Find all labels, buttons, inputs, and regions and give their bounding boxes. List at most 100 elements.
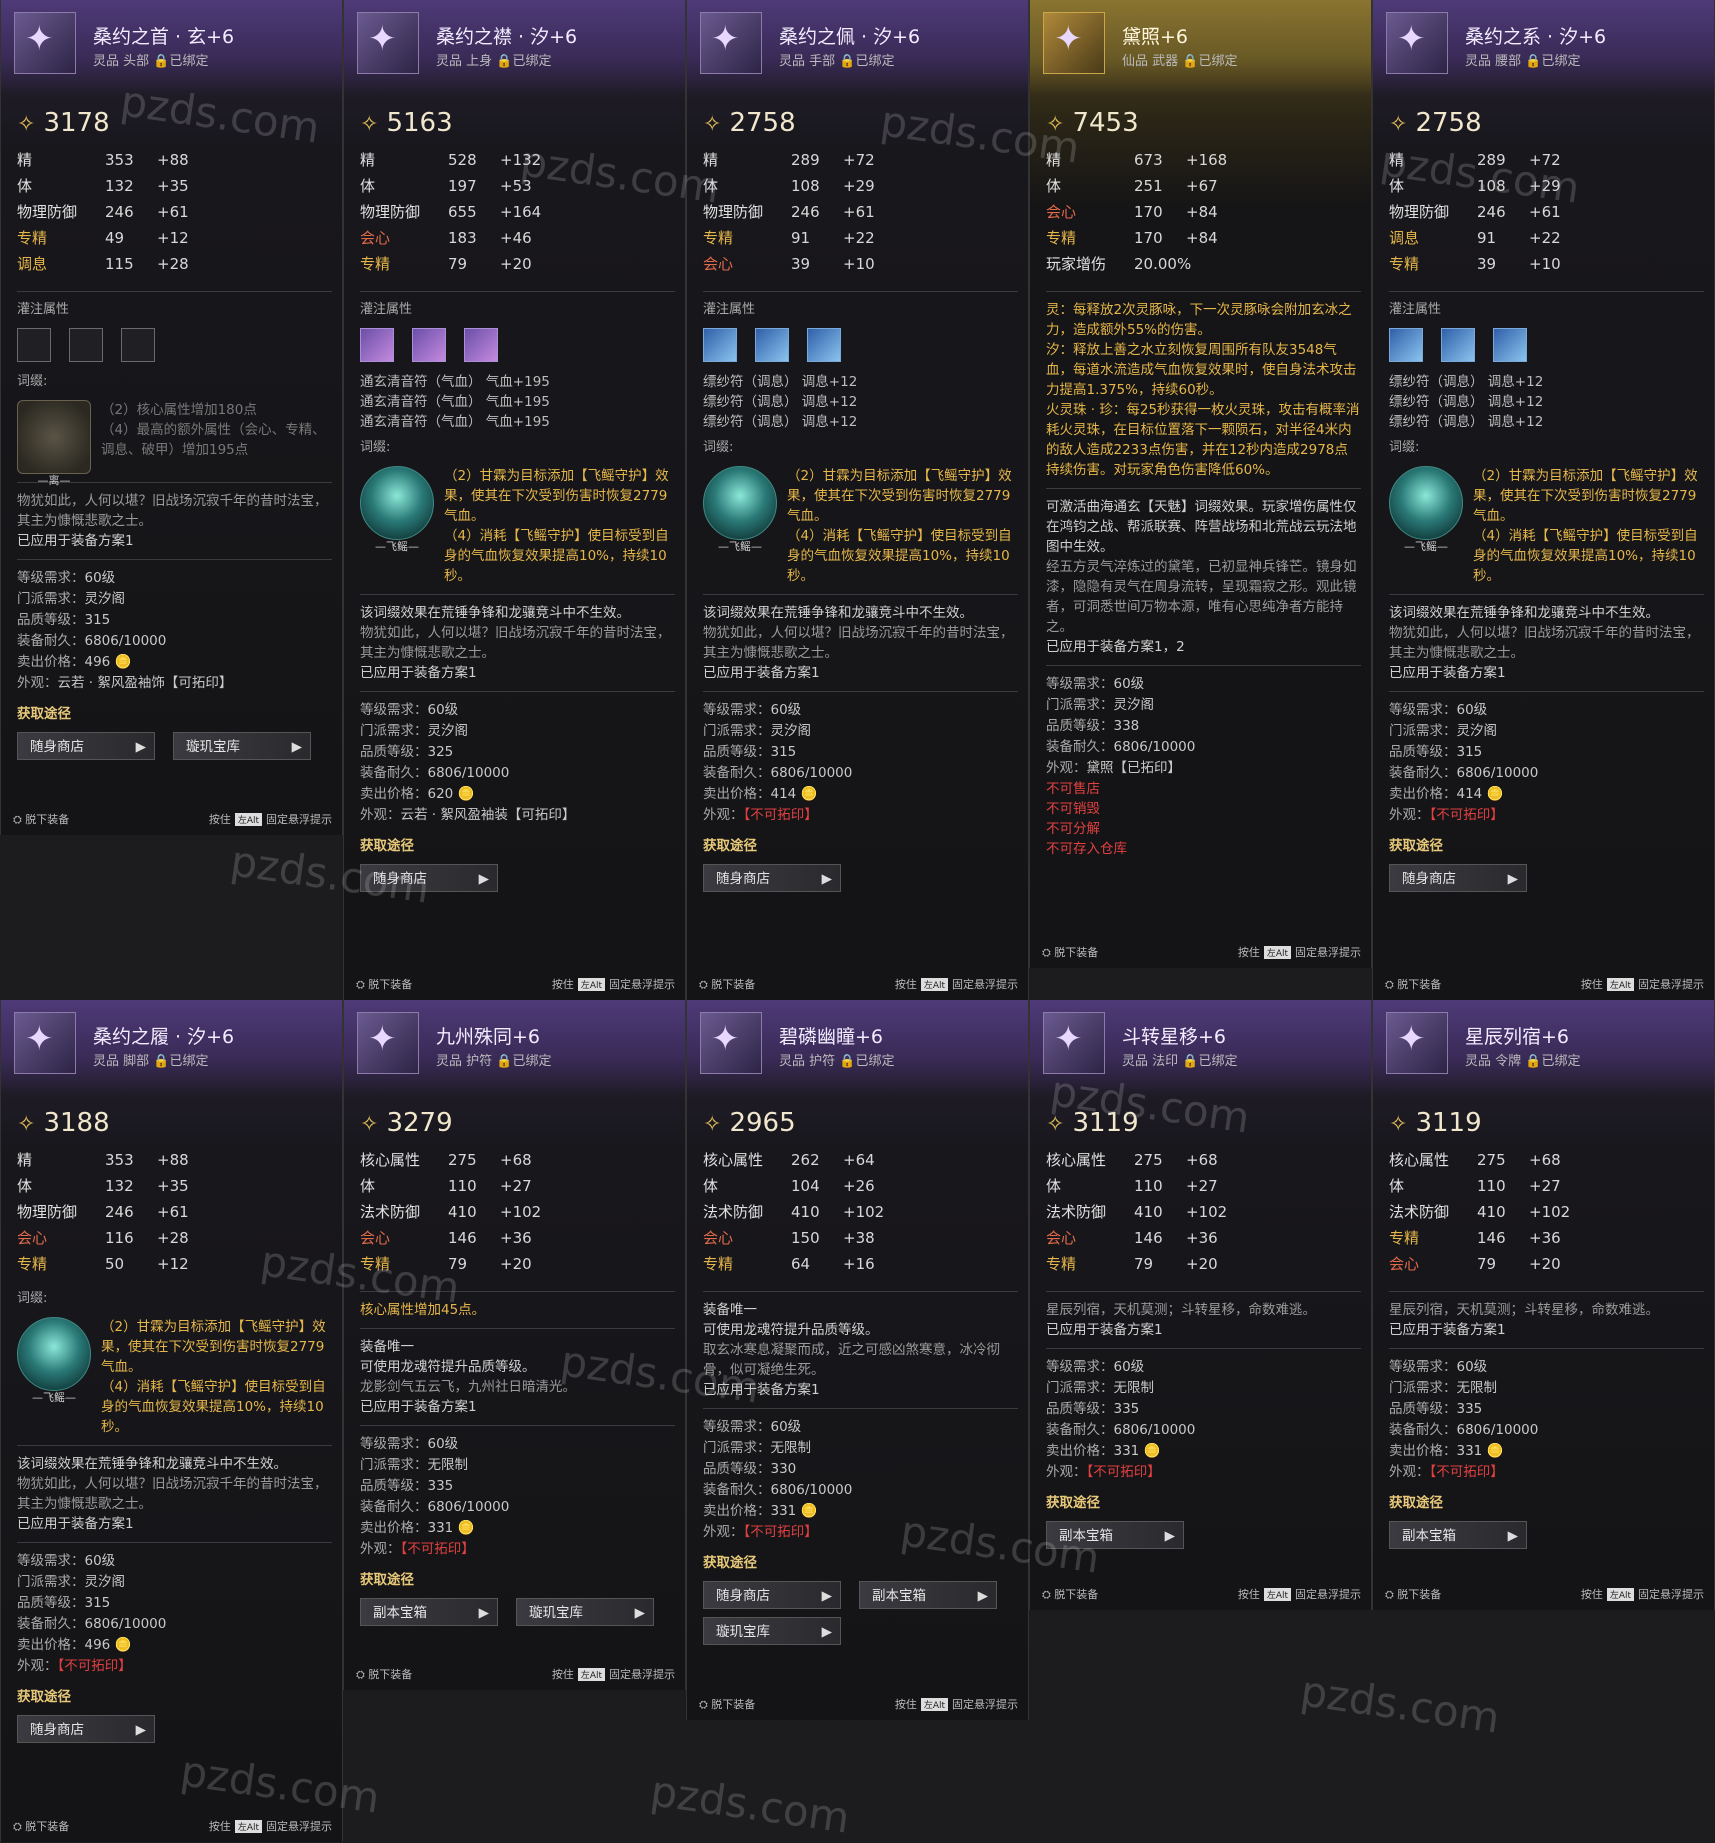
acquire-button[interactable]: 副本宝箱 ▶ bbox=[859, 1581, 997, 1609]
lore-text: 物犹如此，人何以堪？旧战场沉寂千年的昔时法宝，其主为慷慨悲歌之士。 bbox=[703, 625, 1014, 661]
effect-line: （4）最高的额外属性（会心、专精、调息、破甲）增加195点 bbox=[101, 422, 326, 458]
unequip-hint[interactable]: ⛭ 脱下装备 bbox=[699, 978, 755, 991]
effect-line: 火灵珠 · 珍：每25秒获得一枚火灵珠，攻击有概率消耗火灵珠，在目标位置落下一颗… bbox=[1046, 402, 1360, 478]
info-row: 卖出价格：414 🪙 bbox=[1389, 784, 1704, 805]
stat-value: 79 bbox=[1134, 1255, 1154, 1273]
score-value: 2758 bbox=[729, 108, 796, 138]
infusion-slot-icon[interactable] bbox=[755, 328, 789, 362]
infusion-slot-icon[interactable] bbox=[69, 328, 103, 362]
divider bbox=[17, 1542, 332, 1543]
stat-value: 655 bbox=[448, 203, 477, 221]
pin-hint: 按住 左Alt 固定悬浮提示 bbox=[895, 1696, 1018, 1712]
info-row: 卖出价格：496 🪙 bbox=[17, 652, 332, 673]
stat-row: 体 108 +29 bbox=[1389, 173, 1561, 199]
lore-text: 龙影剑气五云飞，九州社日暗清光。 bbox=[360, 1379, 576, 1395]
infusion-slot-icon[interactable] bbox=[1441, 328, 1475, 362]
stat-bonus: +12 bbox=[157, 1255, 189, 1273]
info-value: 6806/10000 bbox=[1456, 765, 1539, 781]
acquire-button[interactable]: 副本宝箱 ▶ bbox=[360, 1598, 498, 1626]
infusion-slot-icon[interactable] bbox=[412, 328, 446, 362]
acquire-label: 获取途径 bbox=[17, 1689, 71, 1705]
acquire-button[interactable]: 璇玑宝库 ▶ bbox=[173, 732, 311, 760]
divider bbox=[703, 691, 1018, 692]
acquire-button[interactable]: 随身商店 ▶ bbox=[703, 864, 841, 892]
lore-text: 取玄冰寒息凝聚而成，近之可感凶煞寒意，冰冷彻骨，似可凝绝生死。 bbox=[703, 1342, 1000, 1378]
info-row: 外观：【不可拓印】 bbox=[17, 1656, 332, 1677]
ciji-label: 词缀: bbox=[17, 1291, 48, 1306]
unequip-hint[interactable]: ⛭ 脱下装备 bbox=[1385, 1588, 1441, 1601]
unequip-hint[interactable]: ⛭ 脱下装备 bbox=[699, 1698, 755, 1711]
alt-key-icon: 左Alt bbox=[1606, 1588, 1634, 1601]
acquire-button[interactable]: 随身商店 ▶ bbox=[1389, 864, 1527, 892]
info-key: 卖出价格： bbox=[703, 1503, 771, 1519]
unequip-hint[interactable]: ⛭ 脱下装备 bbox=[13, 1820, 69, 1833]
item-glyph-icon: ✦ bbox=[711, 1019, 740, 1059]
stat-value: 39 bbox=[1477, 255, 1497, 273]
info-row: 等级需求：60级 bbox=[1046, 674, 1361, 695]
infusion-slot-icon[interactable] bbox=[1389, 328, 1423, 362]
pin-hint: 按住 左Alt 固定悬浮提示 bbox=[1238, 944, 1361, 960]
stat-name: 专精 bbox=[17, 1255, 48, 1273]
press-label: 按住 bbox=[1580, 1588, 1603, 1601]
acquire-button[interactable]: 随身商店 ▶ bbox=[703, 1581, 841, 1609]
acquire-button[interactable]: 随身商店 ▶ bbox=[17, 732, 155, 760]
info-value: 330 bbox=[770, 1461, 797, 1477]
ciji-caption: —飞鳐— bbox=[32, 1391, 76, 1404]
acquire-button[interactable]: 随身商店 ▶ bbox=[360, 864, 498, 892]
infusion-slot-icon[interactable] bbox=[121, 328, 155, 362]
stat-name: 专精 bbox=[360, 255, 391, 273]
stat-name: 专精 bbox=[17, 229, 48, 247]
infusion-slot-icon[interactable] bbox=[703, 328, 737, 362]
infusion-slot-icon[interactable] bbox=[17, 328, 51, 362]
info-row: 品质等级：335 bbox=[1389, 1399, 1704, 1420]
chevron-right-icon: ▶ bbox=[478, 871, 489, 887]
acquire-button[interactable]: 随身商店 ▶ bbox=[17, 1715, 155, 1743]
info-key: 装备耐久： bbox=[17, 1616, 85, 1632]
item-title: 星辰列宿+6 bbox=[1465, 1026, 1570, 1048]
score-value: 3188 bbox=[43, 1108, 110, 1138]
info-key: 卖出价格： bbox=[360, 786, 428, 802]
stat-bonus: +20 bbox=[1186, 1255, 1218, 1273]
applied-text: 已应用于装备方案1 bbox=[1389, 1322, 1506, 1338]
score-value: 2758 bbox=[1415, 108, 1482, 138]
stat-name: 体 bbox=[360, 177, 376, 195]
acquire-button[interactable]: 璇玑宝库 ▶ bbox=[703, 1617, 841, 1645]
effect-line: （2）甘霖为目标添加【飞鳐守护】效果，使其在下次受到伤害时恢复2779气血。 bbox=[101, 1319, 326, 1375]
pin-hint: 按住 左Alt 固定悬浮提示 bbox=[1238, 1586, 1361, 1602]
info-row: 外观：【不可拓印】 bbox=[1389, 805, 1704, 826]
stat-list: 精 528 +132 体 197 +53 物理防御 655 +164 会心 183 +46 专精 79 +2… bbox=[360, 147, 541, 277]
unequip-hint[interactable]: ⛭ 脱下装备 bbox=[1042, 946, 1098, 959]
unequip-hint[interactable]: ⛭ 脱下装备 bbox=[1385, 978, 1441, 991]
acquire-button[interactable]: 璇玑宝库 ▶ bbox=[516, 1598, 654, 1626]
info-key: 卖出价格： bbox=[360, 1520, 428, 1536]
notice-text: 该词缀效果在荒锤争锋和龙骧竞斗中不生效。 bbox=[17, 1456, 287, 1472]
ciji-badge-icon: —飞鳐— bbox=[1389, 466, 1463, 553]
chevron-right-icon: ▶ bbox=[977, 1588, 988, 1604]
unequip-hint[interactable]: ⛭ 脱下装备 bbox=[356, 978, 412, 991]
stat-bonus: +36 bbox=[1529, 1229, 1561, 1247]
infusion-slot-icon[interactable] bbox=[807, 328, 841, 362]
infusion-slot-icon[interactable] bbox=[1493, 328, 1527, 362]
info-value: 331 🪙 bbox=[1456, 1443, 1504, 1459]
info-key: 装备耐久： bbox=[17, 633, 85, 649]
info-value: 灵汐阁 bbox=[84, 1574, 126, 1590]
tooltip-header: ✦ 桑约之佩 · 汐+6 灵品 手部 🔒已绑定 bbox=[687, 0, 1028, 95]
info-value: 60级 bbox=[84, 570, 116, 586]
unequip-hint[interactable]: ⛭ 脱下装备 bbox=[1042, 1588, 1098, 1601]
infusion-label: 灌注属性 bbox=[1389, 302, 1442, 317]
unequip-hint[interactable]: ⛭ 脱下装备 bbox=[13, 813, 69, 826]
applied-text: 已应用于装备方案1 bbox=[703, 1382, 820, 1398]
stat-name: 核心属性 bbox=[1046, 1151, 1107, 1169]
acquire-button[interactable]: 副本宝箱 ▶ bbox=[1046, 1521, 1184, 1549]
stat-bonus: +67 bbox=[1186, 177, 1218, 195]
info-value: 无限制 bbox=[1113, 1380, 1155, 1396]
item-subtitle: 灵品 法印 🔒已绑定 bbox=[1122, 1054, 1238, 1069]
acquire-button[interactable]: 副本宝箱 ▶ bbox=[1389, 1521, 1527, 1549]
unequip-hint[interactable]: ⛭ 脱下装备 bbox=[356, 1668, 412, 1681]
info-value: 315 bbox=[84, 612, 111, 628]
infusion-slot-icon[interactable] bbox=[360, 328, 394, 362]
info-row: 品质等级：315 bbox=[703, 742, 1018, 763]
info-row: 门派需求：灵汐阁 bbox=[17, 589, 332, 610]
infusion-slot-icon[interactable] bbox=[464, 328, 498, 362]
info-row: 等级需求：60级 bbox=[360, 700, 675, 721]
